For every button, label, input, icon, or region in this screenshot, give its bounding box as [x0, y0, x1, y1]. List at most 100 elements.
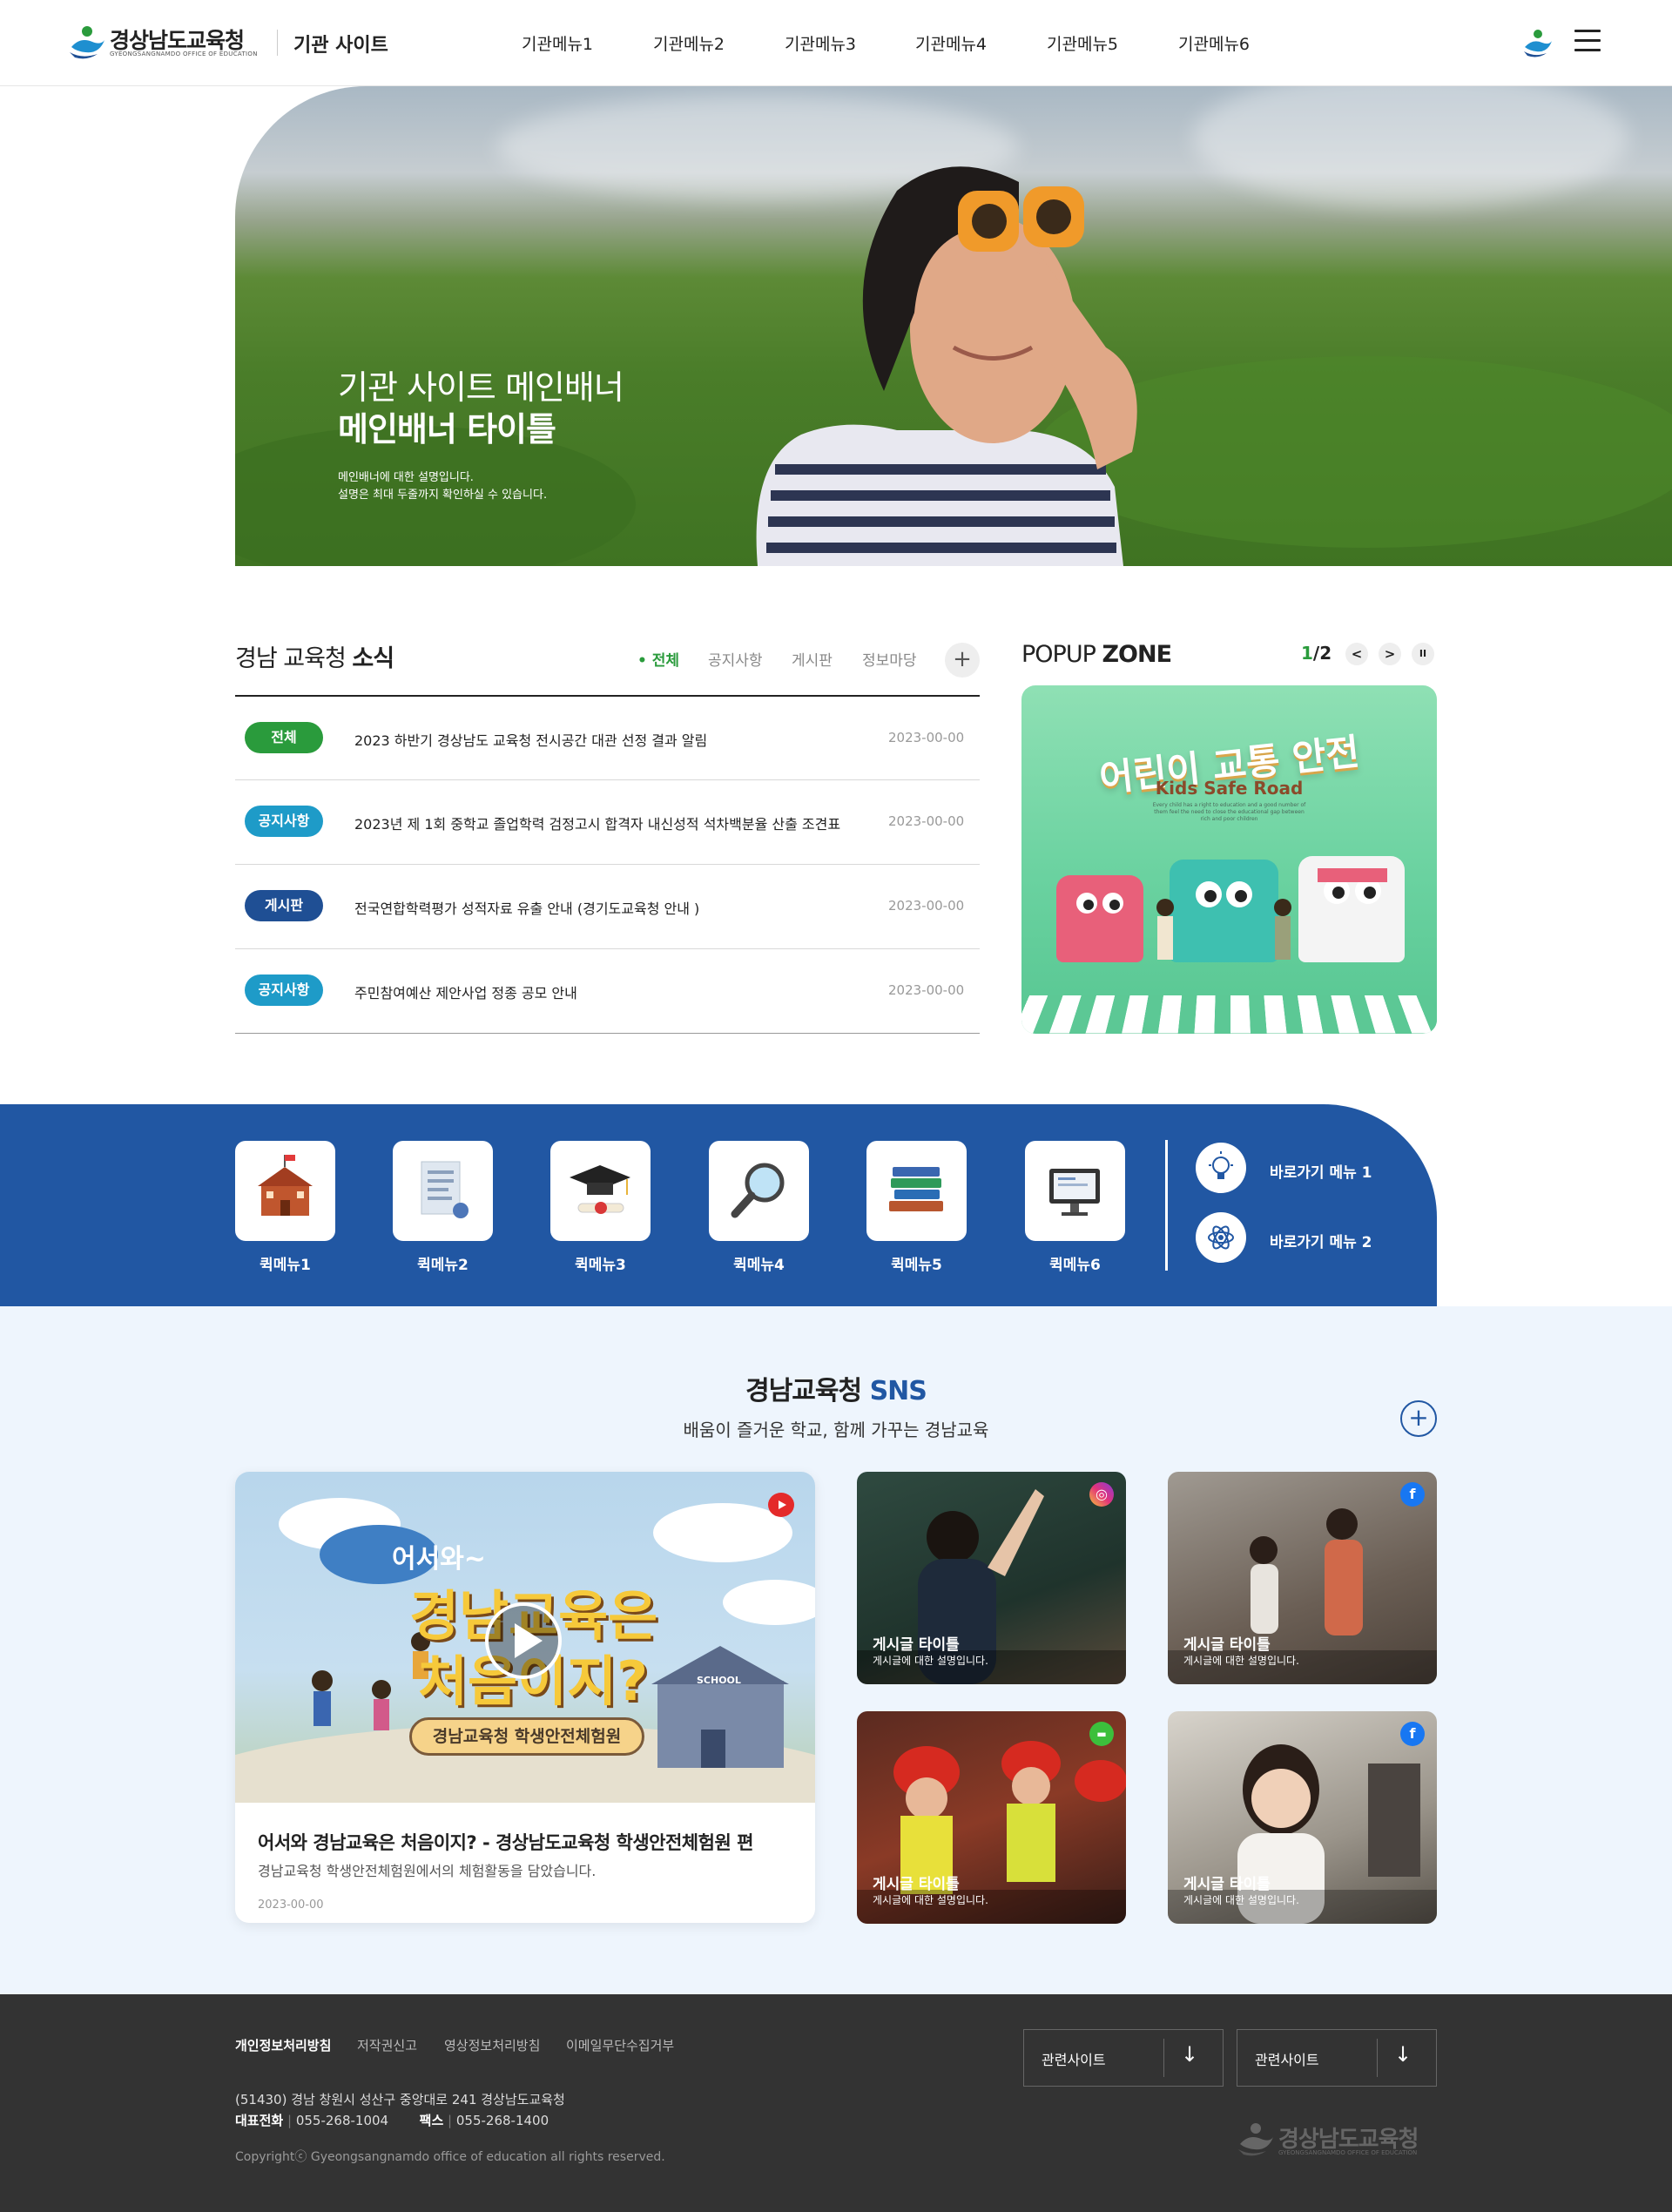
popup-banner[interactable]: 어린이 교통 안전 Kids Safe Road Every child has… [1021, 685, 1437, 1034]
sns-card-title: 게시글 타이틀 [1183, 1636, 1271, 1654]
news-item-date: 2023-00-00 [888, 982, 965, 998]
news-item-title[interactable]: 주민참여예산 제안사업 정종 공모 안내 [354, 981, 577, 1002]
sns-card-title: 게시글 타이틀 [1183, 1876, 1271, 1893]
quick-menu-1[interactable] [235, 1141, 335, 1241]
sns-title-normal: 경남교육청 [745, 1376, 870, 1406]
sns-more-button[interactable]: + [1400, 1400, 1437, 1437]
news-item-title[interactable]: 2023년 제 1회 중학교 졸업학력 검정고시 합격자 내신성적 석차백분율 … [354, 813, 840, 833]
sns-card-3[interactable]: ▬ 게시글 타이틀 게시글에 대한 설명입니다. [857, 1711, 1126, 1924]
popup-next-button[interactable]: > [1379, 643, 1401, 665]
footer-link-email[interactable]: 이메일무단수집거부 [566, 2036, 674, 2054]
video-date: 2023-00-00 [258, 1898, 324, 1912]
news-item-date: 2023-00-00 [888, 898, 965, 914]
tab-info[interactable]: 정보마당 [862, 648, 917, 670]
footer-fax: 055-268-1400 [455, 2113, 549, 2128]
arrow-down-icon: ↓ [1181, 2042, 1199, 2067]
nav-item-6[interactable]: 기관메뉴6 [1178, 31, 1250, 55]
hamburger-menu-icon[interactable] [1574, 30, 1601, 52]
logo-subtitle: GYEONGSANGNAMDO OFFICE OF EDUCATION [110, 51, 258, 57]
play-icon[interactable] [485, 1602, 562, 1679]
tab-board[interactable]: 게시판 [792, 648, 833, 670]
quick-menu-divider [1165, 1140, 1168, 1271]
thumb-text-1: 어서와~ [392, 1544, 486, 1575]
graduation-cap-icon [570, 1165, 630, 1214]
nav-item-2[interactable]: 기관메뉴2 [653, 31, 725, 55]
nav-item-1[interactable]: 기관메뉴1 [522, 31, 593, 55]
quick-menu-6[interactable] [1025, 1141, 1125, 1241]
video-title[interactable]: 어서와 경남교육은 처음이지? - 경상남도교육청 학생안전체험원 편 [258, 1829, 753, 1855]
sns-section: 경남교육청 SNS 배움이 즐거운 학교, 함께 가꾸는 경남교육 + 어서와~… [0, 1306, 1672, 1994]
quick-menu-2[interactable] [393, 1141, 493, 1241]
facebook-icon: f [1400, 1722, 1425, 1746]
atom-icon [1208, 1225, 1234, 1250]
shortcut-link-2[interactable]: 바로가기 메뉴 2 [1270, 1230, 1372, 1251]
news-item-date: 2023-00-00 [888, 730, 965, 745]
sns-card-2[interactable]: f 게시글 타이틀 게시글에 대한 설명입니다. [1168, 1472, 1437, 1684]
document-icon [421, 1161, 469, 1218]
youtube-icon [768, 1493, 794, 1517]
banner-description: 메인배너에 대한 설명입니다. 설명은 최대 두줄까지 확인하실 수 있습니다. [338, 469, 547, 504]
arrow-down-icon: ↓ [1394, 2042, 1412, 2067]
banner-title-line2: 메인배너 타이틀 [338, 410, 556, 448]
talk-icon: ▬ [1089, 1722, 1114, 1746]
shortcut-1-icon-circle[interactable] [1196, 1143, 1246, 1193]
popup-pause-button[interactable]: II [1412, 643, 1434, 665]
footer-contact: 대표전화 | 055-268-1004 팩스 | 055-268-1400 [235, 2113, 549, 2128]
nav-item-5[interactable]: 기관메뉴5 [1047, 31, 1118, 55]
sns-card-title: 게시글 타이틀 [873, 1636, 960, 1654]
sns-card-4[interactable]: f 게시글 타이틀 게시글에 대한 설명입니다. [1168, 1711, 1437, 1924]
tab-all[interactable]: • 전체 [637, 648, 679, 670]
news-badge: 게시판 [245, 890, 323, 921]
news-badge: 공지사항 [245, 974, 323, 1006]
facebook-icon: f [1400, 1482, 1425, 1507]
footer-emblem-icon [1238, 2123, 1273, 2156]
news-section-title: 경남 교육청 소식 [235, 639, 394, 673]
popup-page-current: 1 [1301, 643, 1313, 664]
news-item-date: 2023-00-00 [888, 813, 965, 829]
tab-notice[interactable]: 공지사항 [708, 648, 763, 670]
nav-item-4[interactable]: 기관메뉴4 [915, 31, 987, 55]
news-bottom-border [235, 1033, 980, 1034]
news-top-border [235, 695, 980, 697]
news-more-button[interactable]: + [945, 643, 980, 678]
emblem-icon[interactable] [1522, 28, 1554, 57]
site-name: 기관 사이트 [293, 35, 388, 57]
shortcut-2-icon-circle[interactable] [1196, 1212, 1246, 1263]
select-separator [1377, 2039, 1378, 2077]
news-title-normal: 경남 교육청 [235, 645, 353, 672]
footer-logo-subtitle: GYEONGSANGNAMDO OFFICE OF EDUCATION [1278, 2149, 1418, 2156]
sns-card-1[interactable]: ◎ 게시글 타이틀 게시글에 대한 설명입니다. [857, 1472, 1126, 1684]
quick-menu-bar: 퀵메뉴1 퀵메뉴2 퀵메뉴3 퀵메뉴4 퀵메뉴5 퀵메뉴6 바로가기 메뉴 1 … [0, 1104, 1437, 1306]
news-item-title[interactable]: 2023 하반기 경상남도 교육청 전시공간 대관 선정 결과 알림 [354, 729, 707, 750]
video-thumbnail[interactable]: 어서와~ 경남교육은 처음이지? 경남교육청 학생안전체험원 SCHOOL [235, 1472, 815, 1803]
news-item-title[interactable]: 전국연합학력평가 성적자료 유출 안내 (경기도교육청 안내 ) [354, 897, 699, 918]
sns-card-desc: 게시글에 대한 설명입니다. [1183, 1894, 1299, 1906]
quick-menu-label: 퀵메뉴6 [1049, 1257, 1101, 1274]
sns-card-desc: 게시글에 대한 설명입니다. [873, 1894, 988, 1906]
sns-title-accent: SNS [869, 1376, 927, 1406]
car-faces-graphic [1076, 868, 1387, 960]
main-banner[interactable]: 기관 사이트 메인배너 메인배너 타이틀 메인배너에 대한 설명입니다. 설명은… [235, 86, 1672, 566]
footer-link-cctv[interactable]: 영상정보처리방침 [444, 2036, 540, 2054]
footer-tel: 055-268-1004 [295, 2113, 389, 2128]
related-site-select-1[interactable]: 관련사이트 ↓ [1023, 2029, 1224, 2087]
footer-link-copyright[interactable]: 저작권신고 [357, 2036, 417, 2054]
popup-prev-button[interactable]: < [1345, 643, 1368, 665]
footer-link-privacy[interactable]: 개인정보처리방침 [235, 2036, 331, 2054]
footer-tel-label: 대표전화 [235, 2113, 284, 2128]
quick-menu-label: 퀵메뉴4 [733, 1257, 785, 1274]
shortcut-link-1[interactable]: 바로가기 메뉴 1 [1270, 1160, 1372, 1182]
popup-pagination: 1/2 [1301, 643, 1332, 664]
quick-menu-4[interactable] [709, 1141, 809, 1241]
popup-section-title: POPUP ZONE [1021, 641, 1172, 668]
banner-title: 기관 사이트 메인배너 메인배너 타이틀 [338, 367, 624, 450]
related-site-select-2[interactable]: 관련사이트 ↓ [1237, 2029, 1437, 2087]
nav-item-3[interactable]: 기관메뉴3 [785, 31, 856, 55]
lightbulb-icon [1209, 1151, 1233, 1179]
quick-menu-5[interactable] [866, 1141, 967, 1241]
banner-title-line1: 기관 사이트 메인배너 [338, 368, 624, 407]
quick-menu-3[interactable] [550, 1141, 651, 1241]
education-office-emblem-icon[interactable] [68, 24, 106, 59]
quick-menu-label: 퀵메뉴5 [891, 1257, 942, 1274]
featured-video-card[interactable]: 어서와~ 경남교육은 처음이지? 경남교육청 학생안전체험원 SCHOOL 어서… [235, 1472, 815, 1923]
